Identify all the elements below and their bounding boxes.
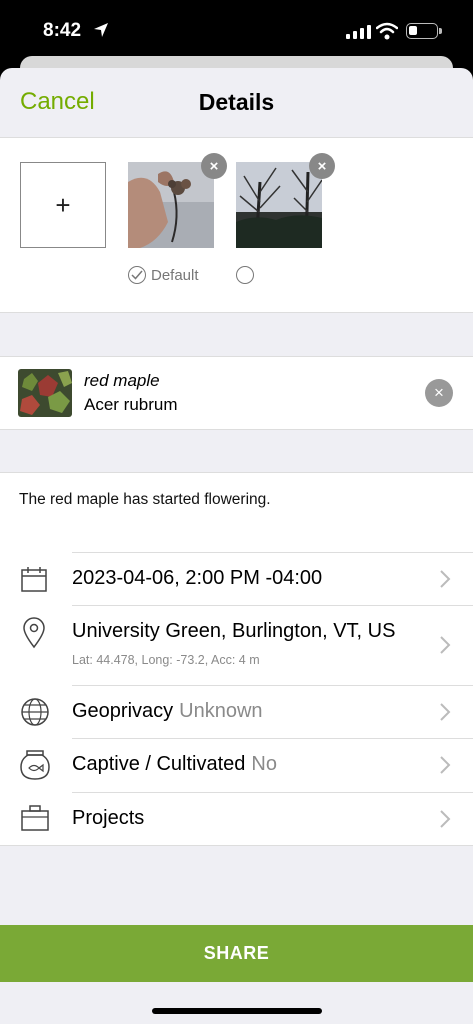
page-title: Details — [198, 89, 275, 115]
location-coords: Lat: 44.478, Long: -73.2, Acc: 4 m — [72, 653, 260, 667]
date-value: 2023-04-06, 2:00 PM -04:00 — [72, 567, 323, 589]
taxon-common-name: red maple — [84, 371, 160, 390]
globe-icon — [21, 698, 49, 726]
taxon-row[interactable]: red maple Acer rubrum × — [0, 356, 473, 430]
taxon-scientific-name: Acer rubrum — [84, 395, 178, 414]
wifi-icon — [376, 22, 398, 40]
status-bar: 8:42 — [0, 0, 473, 64]
home-indicator — [152, 1008, 322, 1014]
projects-row[interactable]: Projects — [0, 792, 473, 845]
geoprivacy-row[interactable]: Geoprivacy Unknown — [0, 685, 473, 738]
geoprivacy-value: Unknown — [179, 700, 263, 722]
status-time: 8:42 — [43, 20, 82, 41]
photo-flower-branch — [128, 162, 214, 248]
chevron-right-icon — [440, 570, 451, 588]
default-label: Default — [151, 266, 199, 284]
remove-photo-button[interactable]: × — [309, 153, 335, 179]
location-pin-icon — [23, 617, 45, 649]
captive-label: Captive / Cultivated No — [72, 753, 277, 775]
chevron-right-icon — [440, 810, 451, 828]
date-row[interactable]: 2023-04-06, 2:00 PM -04:00 — [0, 552, 473, 605]
notes-text[interactable]: The red maple has started flowering. — [19, 491, 271, 509]
nav-bar: Cancel Details — [0, 68, 473, 136]
location-row[interactable]: University Green, Burlington, VT, US Lat… — [0, 605, 473, 685]
remove-photo-button[interactable]: × — [201, 153, 227, 179]
plus-icon: + — [55, 189, 71, 220]
photo-tree — [236, 162, 322, 248]
share-button[interactable]: SHARE — [0, 925, 473, 982]
chevron-right-icon — [440, 636, 451, 654]
taxon-thumbnail — [18, 369, 72, 417]
default-photo-selector[interactable]: Default — [128, 266, 199, 284]
photo-thumbnail[interactable] — [128, 162, 214, 248]
photo-thumbnail[interactable] — [236, 162, 322, 248]
cellular-signal-icon — [346, 25, 371, 39]
chevron-right-icon — [440, 703, 451, 721]
checkmark-icon — [128, 266, 146, 284]
location-arrow-icon — [94, 23, 108, 37]
battery-icon — [406, 23, 442, 39]
clear-taxon-button[interactable]: × — [425, 379, 453, 407]
photo-section: + × × Default — [0, 137, 473, 313]
briefcase-icon — [21, 805, 49, 831]
default-radio-button[interactable] — [236, 266, 254, 284]
observation-details: The red maple has started flowering. 202… — [0, 472, 473, 846]
add-photo-button[interactable]: + — [20, 162, 106, 248]
geoprivacy-label: Geoprivacy Unknown — [72, 700, 263, 722]
fishbowl-icon — [20, 750, 50, 780]
captive-value: No — [251, 753, 277, 775]
captive-row[interactable]: Captive / Cultivated No — [0, 738, 473, 792]
details-sheet: Cancel Details + × × Default red maple A… — [0, 68, 473, 1024]
calendar-icon — [21, 567, 47, 592]
projects-label: Projects — [72, 807, 145, 829]
chevron-right-icon — [440, 756, 451, 774]
location-place: University Green, Burlington, VT, US — [72, 620, 396, 642]
